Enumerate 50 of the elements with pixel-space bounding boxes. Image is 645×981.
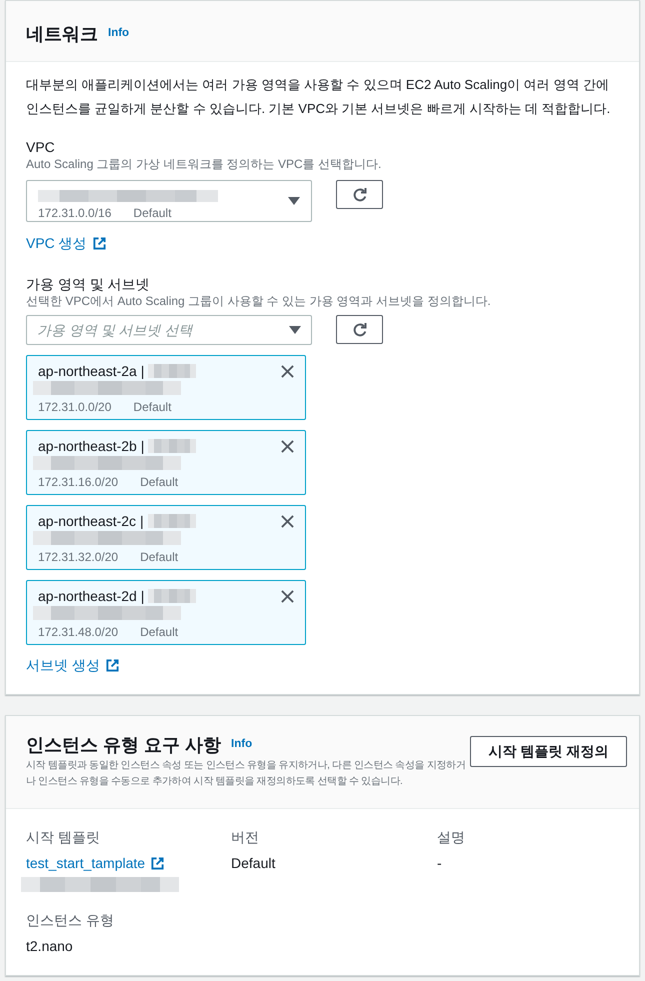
tag-text: Default xyxy=(133,399,172,415)
cidr-text: 172.31.0.0/16 xyxy=(38,205,112,221)
create-vpc-link[interactable]: VPC 생성 xyxy=(26,233,106,253)
tag-text: Default xyxy=(133,205,172,221)
detail-label: 인스턴스 유형 xyxy=(26,911,115,930)
subnet-select[interactable]: 가용 영역 및 서브넷 선택 xyxy=(26,315,312,345)
close-icon[interactable] xyxy=(281,590,294,603)
detail-value: t2.nano xyxy=(26,938,73,954)
info-link[interactable]: Info xyxy=(231,736,252,754)
zone-text: ap-northeast-2b | xyxy=(38,437,144,456)
detail-label: 버전 xyxy=(231,828,260,847)
section-description: 대부분의 애플리케이션에서는 여러 가용 영역을 사용할 수 있으며 EC2 Auto Scaling이 여러 영역 간에 인스턴스를 균일하게 분산할 수 있습니다. 기본 VPC와 기본 서브넷은 빠르게 시작하는 데 적합합니다. xyxy=(26,76,612,118)
cidr-text: 172.31.0.0/20 xyxy=(38,399,112,415)
create-subnet-link[interactable]: 서브넷 생성 xyxy=(26,655,119,675)
external-link-icon xyxy=(106,658,119,672)
cidr-text: 172.31.32.0/20 xyxy=(38,549,118,565)
refresh-icon xyxy=(352,322,368,338)
refresh-button[interactable] xyxy=(336,180,383,209)
field-description: 선택한 VPC에서 Auto Scaling 그룹이 사용할 수 있는 가용 영역과 서브넷을 정의합니다. xyxy=(26,293,492,309)
section-description: 시작 템플릿과 동일한 인스턴스 속성 또는 인스턴스 유형을 유지하거나, 다른 인스턴스 속성을 지정하거나 인스턴스 유형을 수동으로 추가하여 시작 템플릿을 재정의하도록 선택할 수 있습니다. xyxy=(26,759,467,789)
override-template-button[interactable]: 시작 템플릿 재정의 xyxy=(470,736,627,767)
field-label: VPC xyxy=(26,138,56,156)
close-icon[interactable] xyxy=(281,515,294,528)
panel-title: 인스턴스 유형 요구 사항 xyxy=(26,734,222,757)
tag-text: Default xyxy=(140,474,178,490)
caret-icon xyxy=(288,197,300,205)
tag-text: Default xyxy=(140,624,178,640)
external-link-icon xyxy=(92,236,106,250)
detail-label: 설명 xyxy=(437,828,466,847)
vpc-select[interactable]: 172.31.0.0/16 Default xyxy=(26,180,312,222)
info-link[interactable]: Info xyxy=(108,25,130,43)
zone-text: ap-northeast-2d | xyxy=(38,587,144,606)
detail-label: 시작 템플릿 xyxy=(26,828,101,847)
external-link-icon xyxy=(151,856,164,870)
field-description: Auto Scaling 그룹의 가상 네트워크를 정의하는 VPC를 선택합니다. xyxy=(26,156,382,172)
panel-title: 네트워크 xyxy=(26,23,98,46)
cidr-text: 172.31.48.0/20 xyxy=(38,624,118,640)
detail-value: - xyxy=(437,855,442,871)
caret-icon xyxy=(289,326,301,334)
detail-value: Default xyxy=(231,855,276,871)
cidr-text: 172.31.16.0/20 xyxy=(38,474,118,490)
template-link[interactable]: test_start_tamplate xyxy=(26,853,164,873)
refresh-button[interactable] xyxy=(336,315,383,344)
field-label: 가용 영역 및 서브넷 xyxy=(26,275,151,293)
close-icon[interactable] xyxy=(281,365,294,378)
zone-text: ap-northeast-2a | xyxy=(38,362,144,381)
refresh-icon xyxy=(352,186,368,202)
close-icon[interactable] xyxy=(281,440,294,453)
zone-text: ap-northeast-2c | xyxy=(38,512,144,531)
tag-text: Default xyxy=(140,549,178,565)
